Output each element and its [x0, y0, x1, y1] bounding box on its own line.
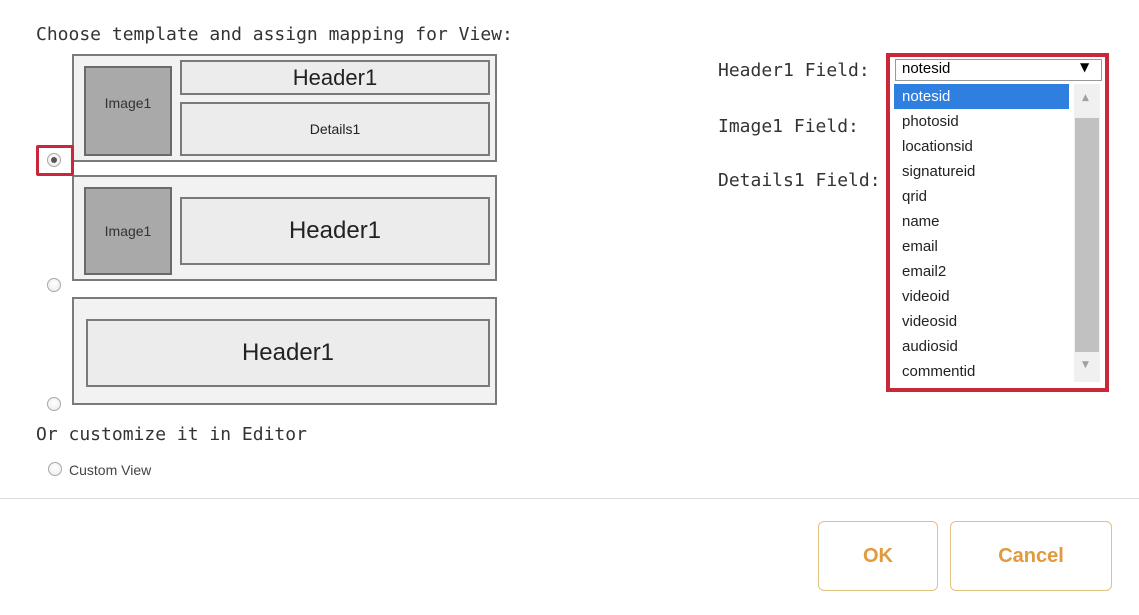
option-commentid[interactable]: commentid [894, 359, 1069, 384]
template-chooser-heading: Choose template and assign mapping for V… [36, 24, 513, 45]
option-notesid[interactable]: notesid [894, 84, 1069, 109]
footer-divider [0, 498, 1139, 499]
custom-view-radio[interactable] [48, 462, 62, 476]
custom-view-label: Custom View [69, 462, 152, 478]
template-option-2[interactable]: Image1 Header1 [72, 175, 497, 281]
option-signatureid[interactable]: signatureid [894, 159, 1069, 184]
scroll-down-arrow-icon[interactable]: ▼ [1082, 360, 1089, 370]
template-2-header-label: Header1 [288, 217, 382, 244]
option-email2[interactable]: email2 [894, 259, 1069, 284]
option-qrid[interactable]: qrid [894, 184, 1069, 209]
image1-field-label: Image1 Field: [718, 116, 859, 137]
template-option-3[interactable]: Header1 [72, 297, 497, 405]
dropdown-arrow-icon[interactable]: ▼ [1080, 60, 1089, 74]
option-name[interactable]: name [894, 209, 1069, 234]
ok-button[interactable]: OK [818, 521, 938, 591]
template-1-header-label: Header1 [292, 64, 378, 90]
header1-options-list: notesid photosid locationsid signatureid qri… [894, 83, 1101, 384]
template-3-header-placeholder: Header1 [86, 319, 490, 387]
template-option-1[interactable]: Image1 Header1 Details1 [72, 54, 497, 162]
template-2-image-label: Image1 [104, 223, 152, 239]
option-email[interactable]: email [894, 234, 1069, 259]
details1-field-label: Details1 Field: [718, 170, 881, 191]
template-2-header-placeholder: Header1 [180, 197, 490, 265]
template-2-image-placeholder: Image1 [84, 187, 172, 275]
option-videosid[interactable]: videosid [894, 309, 1069, 334]
template-3-header-label: Header1 [241, 339, 335, 366]
template-3-radio[interactable] [47, 397, 61, 411]
option-photosid[interactable]: photosid [894, 109, 1069, 134]
options-scrollbar-thumb[interactable] [1075, 118, 1099, 352]
header1-field-select-value: notesid [902, 60, 951, 77]
template-1-image-label: Image1 [104, 95, 152, 111]
cancel-button[interactable]: Cancel [950, 521, 1112, 591]
option-locationsid[interactable]: locationsid [894, 134, 1069, 159]
template-1-details-label: Details1 [309, 121, 361, 137]
template-2-radio[interactable] [47, 278, 61, 292]
template-1-details-placeholder: Details1 [180, 102, 490, 156]
scroll-up-arrow-icon[interactable]: ▲ [1082, 93, 1089, 103]
template-1-header-placeholder: Header1 [180, 60, 490, 95]
option-audiosid[interactable]: audiosid [894, 334, 1069, 359]
option-videoid[interactable]: videoid [894, 284, 1069, 309]
template-1-radio[interactable] [47, 153, 61, 167]
customize-heading: Or customize it in Editor [36, 424, 307, 445]
header1-field-label: Header1 Field: [718, 60, 870, 81]
template-1-image-placeholder: Image1 [84, 66, 172, 156]
